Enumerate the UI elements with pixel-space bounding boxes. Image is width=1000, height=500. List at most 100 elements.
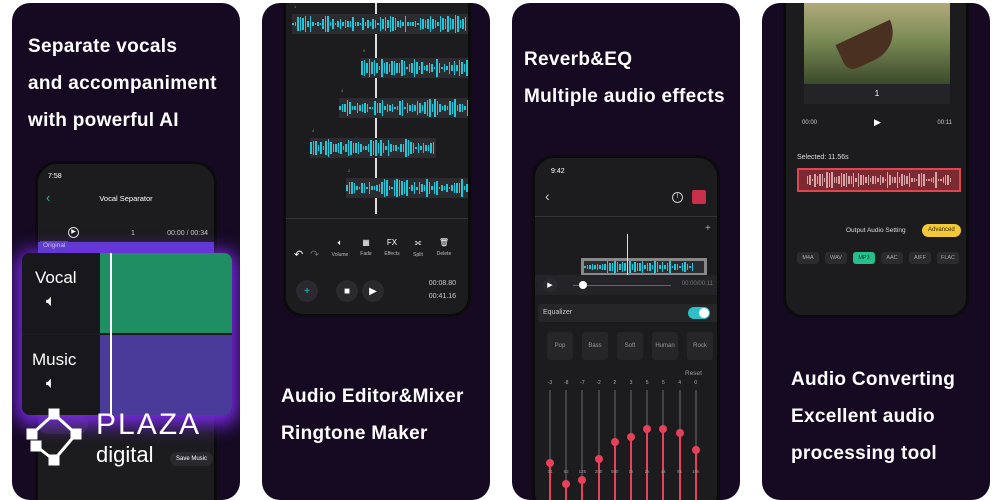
format-wav[interactable]: WAV bbox=[825, 252, 847, 264]
eq-handle[interactable] bbox=[659, 424, 668, 433]
waveform-bar bbox=[940, 178, 942, 182]
format-aac[interactable]: AAC bbox=[881, 252, 903, 264]
waveform-bar bbox=[424, 19, 426, 29]
waveform-bar bbox=[377, 22, 379, 26]
undo-icon[interactable]: ↶ bbox=[294, 248, 303, 261]
speaker-icon[interactable]: 🔈︎ bbox=[22, 288, 100, 311]
eq-handle[interactable] bbox=[594, 454, 603, 463]
waveform-bar bbox=[353, 183, 355, 193]
waveform-bar bbox=[836, 176, 838, 184]
save-music-button[interactable]: Save Music bbox=[170, 452, 214, 466]
caption-line: Multiple audio effects bbox=[524, 86, 725, 107]
tool-volume[interactable]: 🔈︎ Volume bbox=[328, 238, 352, 258]
waveform-bar bbox=[462, 19, 464, 29]
tool-split[interactable]: ⟗ Split bbox=[406, 238, 430, 258]
preset-rock[interactable]: Rock bbox=[687, 332, 713, 360]
tool-fade[interactable]: ▦ Fade bbox=[354, 238, 378, 257]
waveform-bar bbox=[361, 183, 363, 193]
seek-slider[interactable] bbox=[573, 285, 671, 286]
format-m4a[interactable]: M4A bbox=[797, 252, 819, 264]
eq-handle[interactable] bbox=[627, 433, 635, 442]
caption-line: and accompaniment bbox=[28, 73, 217, 94]
play-button[interactable]: ▶ bbox=[543, 278, 557, 292]
waveform-bar bbox=[911, 178, 913, 182]
eq-handle[interactable] bbox=[691, 446, 700, 455]
reset-button[interactable]: Reset bbox=[685, 370, 702, 377]
waveform-bar bbox=[459, 104, 461, 112]
waveform-bar bbox=[947, 174, 949, 186]
format-mp3[interactable]: MP3 bbox=[853, 252, 875, 264]
add-button[interactable]: + bbox=[296, 280, 318, 302]
preset-pop[interactable]: Pop bbox=[547, 332, 573, 360]
zoom-in-icon[interactable]: + bbox=[705, 223, 711, 234]
format-flac[interactable]: FLAC bbox=[937, 252, 959, 264]
advanced-button[interactable]: Advanced bbox=[922, 224, 961, 237]
audio-clip[interactable] bbox=[292, 14, 468, 34]
waveform-bar bbox=[412, 21, 414, 27]
waveform-bar bbox=[367, 143, 369, 153]
format-aiff[interactable]: AIFF bbox=[909, 252, 931, 264]
play-button[interactable]: ▶ bbox=[362, 280, 384, 302]
waveform-bar bbox=[309, 16, 311, 32]
waveform-bar bbox=[392, 17, 394, 31]
waveform-bar bbox=[413, 59, 415, 77]
page-number: 1 bbox=[804, 84, 950, 104]
waveform-bar bbox=[879, 175, 882, 185]
eq-gain-label: 5 bbox=[645, 380, 649, 386]
eq-handle[interactable] bbox=[578, 476, 587, 485]
waveform-bar bbox=[362, 18, 364, 30]
original-label: Original bbox=[40, 241, 69, 251]
waveform-bar bbox=[436, 100, 438, 116]
eq-handle[interactable] bbox=[643, 424, 652, 433]
audio-clip[interactable] bbox=[310, 138, 436, 158]
preset-soft[interactable]: Soft bbox=[617, 332, 643, 360]
waveform-bar bbox=[444, 105, 446, 111]
save-icon[interactable] bbox=[692, 190, 706, 204]
waveform-bar bbox=[317, 22, 319, 26]
tool-effects[interactable]: FX Effects bbox=[380, 238, 404, 257]
waveform-bar bbox=[932, 176, 935, 184]
eq-handle[interactable] bbox=[610, 437, 619, 446]
waveform-bar bbox=[433, 181, 435, 195]
waveform-bar bbox=[416, 101, 418, 115]
selection-range[interactable] bbox=[797, 168, 961, 192]
eq-fill bbox=[694, 450, 697, 500]
audio-clip[interactable] bbox=[361, 58, 468, 78]
stop-button[interactable]: ■ bbox=[336, 280, 358, 302]
waveform-bar bbox=[322, 145, 324, 151]
waveform-bar bbox=[395, 145, 397, 151]
track-number: 4 bbox=[341, 88, 344, 93]
tool-delete[interactable]: 🗑︎ Delete bbox=[432, 238, 456, 257]
tool-icon: 🔈︎ bbox=[337, 238, 343, 247]
audio-clip[interactable] bbox=[346, 178, 468, 198]
speaker-icon[interactable]: 🔈︎ bbox=[22, 370, 100, 393]
back-icon[interactable]: ‹ bbox=[545, 188, 550, 204]
preset-bass[interactable]: Bass bbox=[582, 332, 608, 360]
waveform-bar bbox=[294, 21, 296, 27]
phone-screen: 9:42 ‹ ! + ▶ 00:00/00:11 Equalizer Reset… bbox=[532, 155, 720, 500]
waveform-bar bbox=[312, 140, 314, 156]
audio-clip[interactable] bbox=[339, 98, 468, 118]
eq-handle[interactable] bbox=[546, 458, 554, 467]
waveform-bar bbox=[402, 22, 404, 26]
waveform-bar bbox=[639, 263, 641, 271]
redo-icon[interactable]: ↷ bbox=[310, 248, 319, 261]
play-icon[interactable]: ▶ bbox=[68, 227, 79, 238]
info-icon[interactable]: ! bbox=[672, 192, 683, 203]
audio-clip[interactable] bbox=[581, 258, 707, 276]
waveform-bar bbox=[453, 183, 455, 193]
waveform-bar bbox=[427, 18, 429, 30]
play-icon[interactable]: ▶ bbox=[874, 117, 881, 128]
eq-handle[interactable] bbox=[562, 480, 571, 489]
waveform-bar bbox=[831, 172, 833, 188]
preset-human[interactable]: Human bbox=[652, 332, 678, 360]
waveform-bar bbox=[611, 262, 613, 272]
seek-handle[interactable] bbox=[579, 281, 587, 289]
waveform-bar bbox=[431, 64, 433, 72]
waveform-bar bbox=[691, 263, 693, 271]
waveform-bar bbox=[400, 144, 402, 152]
equalizer-toggle[interactable] bbox=[688, 307, 710, 319]
waveform-bar bbox=[389, 105, 391, 111]
eq-band-label: 250 bbox=[594, 469, 603, 474]
eq-handle[interactable] bbox=[675, 428, 684, 437]
